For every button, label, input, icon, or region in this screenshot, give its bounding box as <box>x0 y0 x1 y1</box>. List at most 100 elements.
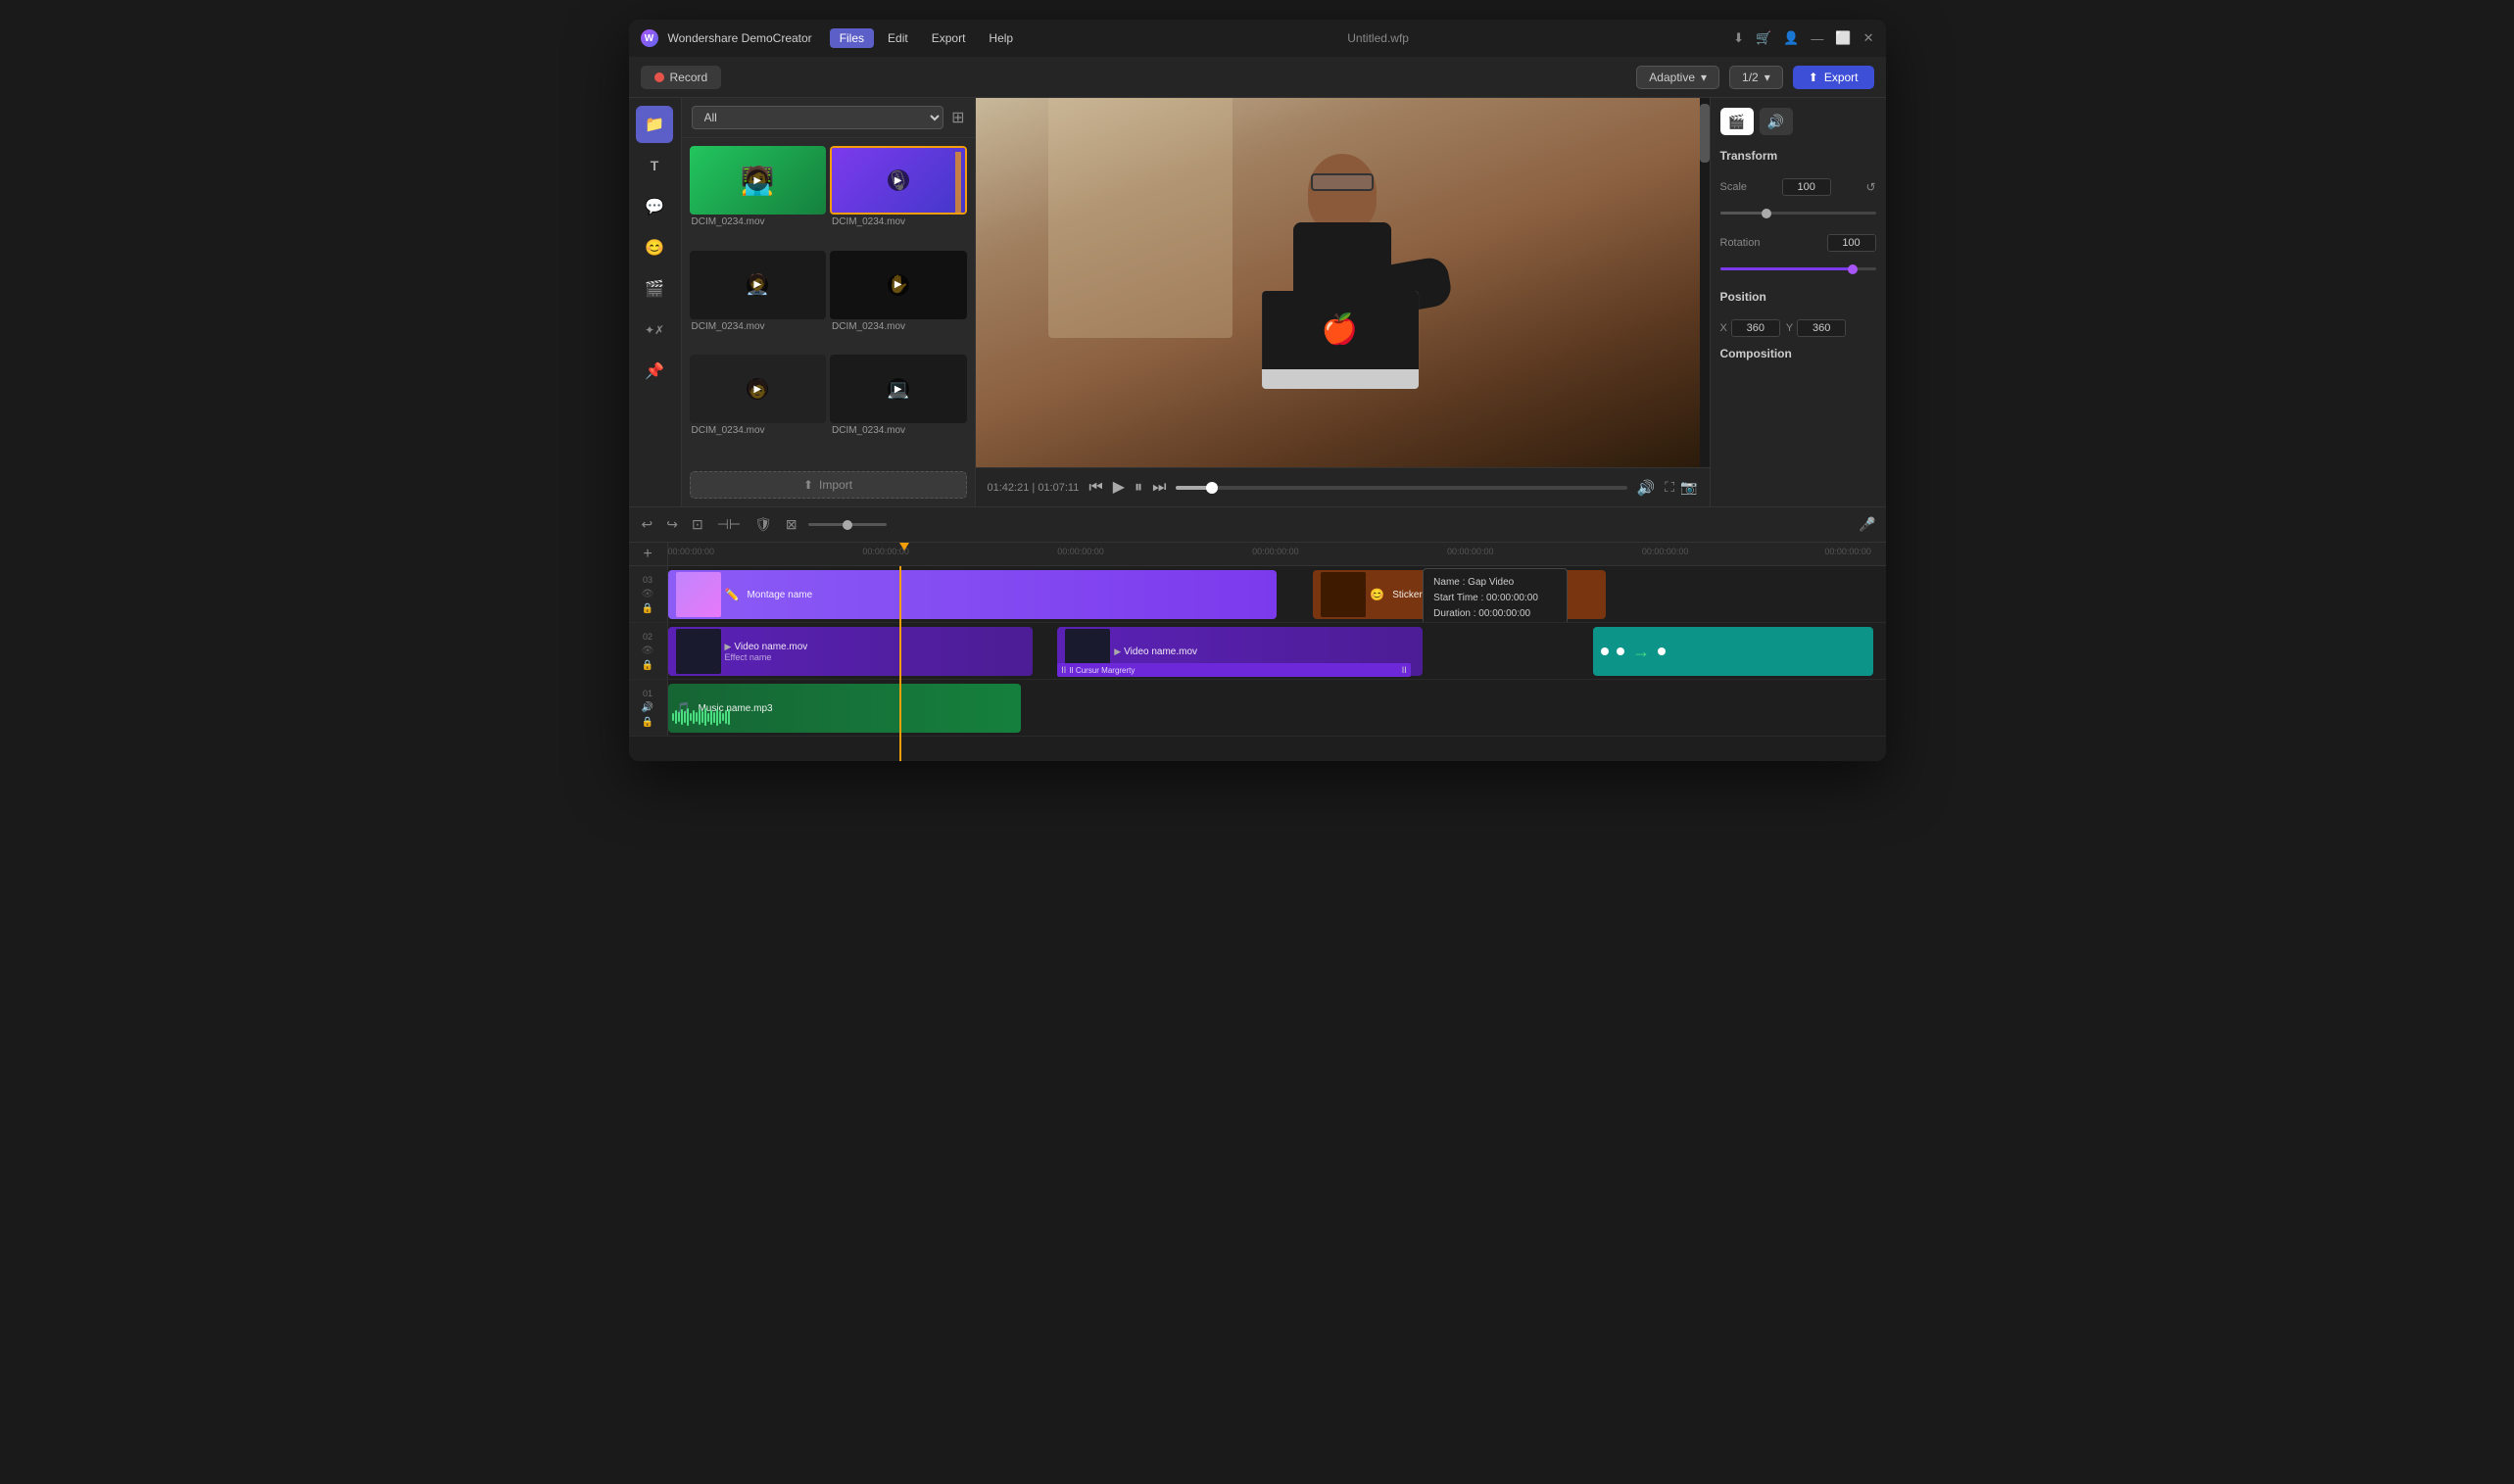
x-label: X <box>1720 322 1727 334</box>
media-thumbnail: 💻 ▶ <box>830 355 967 423</box>
volume-icon[interactable]: 🔊 <box>1637 479 1656 497</box>
grid-view-button[interactable]: ⊞ <box>951 108 964 127</box>
progress-bar[interactable] <box>1176 486 1626 490</box>
motion-dot-1 <box>1601 647 1609 655</box>
rotation-value[interactable]: 100 <box>1827 234 1876 252</box>
playhead-indicator <box>899 543 909 565</box>
track-area: 03 👁 🔒 ✏️ Montage name <box>629 566 1886 761</box>
list-item[interactable]: ✋ ▶ DCIM_0234.mov <box>830 251 967 352</box>
crop-button[interactable]: ⊠ <box>783 513 800 536</box>
play-overlay4: ▶ <box>888 274 909 296</box>
tab-audio[interactable]: 🔊 <box>1760 108 1793 135</box>
track-content-01: 🎵 Music name.mp3 <box>668 680 1886 736</box>
export-label: Export <box>1824 71 1859 84</box>
ruler-time-2: 00:00:00:00 <box>1057 547 1104 556</box>
list-item[interactable]: 🧑‍💼 ▶ DCIM_0234.mov <box>690 251 827 352</box>
scale-fill <box>1720 212 1767 215</box>
filter-select[interactable]: All <box>692 106 944 129</box>
scale-dropdown[interactable]: 1/2 ▾ <box>1729 66 1783 89</box>
composition-title: Composition <box>1720 347 1876 360</box>
subtitle-bar: II II Cursur Margrerty II <box>1057 663 1410 677</box>
media-name: DCIM_0234.mov <box>830 215 967 229</box>
wave-bar <box>687 708 689 726</box>
sidebar-item-bookmarks[interactable]: 📌 <box>636 353 673 390</box>
clip-video1[interactable]: ▶ Video name.mov Effect name <box>668 627 1034 676</box>
record-button[interactable]: Record <box>641 66 722 89</box>
list-item[interactable]: 🎙 ▶ DCIM_0234.mov <box>830 146 967 247</box>
x-value[interactable]: 360 <box>1731 319 1780 337</box>
export-button[interactable]: ⬆ Export <box>1793 66 1874 89</box>
adaptive-label: Adaptive <box>1649 71 1695 84</box>
close-button[interactable]: ✕ <box>1863 30 1874 46</box>
fullscreen-icon[interactable]: ⛶ <box>1665 479 1674 496</box>
skip-forward-button[interactable]: ⏭ <box>1152 480 1166 496</box>
microphone-button[interactable]: 🎤 <box>1859 516 1875 533</box>
zoom-slider[interactable] <box>808 523 887 526</box>
rotation-thumb <box>1848 264 1858 274</box>
scrollbar[interactable] <box>1700 98 1710 467</box>
scale-reset[interactable]: ↺ <box>1865 180 1875 194</box>
tooltip-start: Start Time : 00:00:00:00 <box>1433 591 1557 606</box>
download-icon[interactable]: ⬇ <box>1733 30 1744 46</box>
cart-icon[interactable]: 🛒 <box>1756 30 1771 46</box>
adaptive-dropdown[interactable]: Adaptive ▾ <box>1636 66 1719 89</box>
lock-icon[interactable]: 🔒 <box>642 603 653 614</box>
clip-video3[interactable]: → <box>1593 627 1873 676</box>
scale-thumb <box>1762 209 1771 218</box>
app-logo: W <box>641 29 658 47</box>
import-button[interactable]: ⬆ Import <box>690 471 967 499</box>
menu-edit[interactable]: Edit <box>878 28 918 48</box>
user-icon[interactable]: 👤 <box>1783 30 1799 46</box>
sidebar-item-effects[interactable]: ✦✗ <box>636 311 673 349</box>
snapshot-icon[interactable]: 📷 <box>1680 479 1697 496</box>
sidebar-item-captions[interactable]: 💬 <box>636 188 673 225</box>
menu-help[interactable]: Help <box>979 28 1023 48</box>
lock-icon3[interactable]: 🔒 <box>642 717 653 728</box>
tab-video[interactable]: 🎬 <box>1720 108 1754 135</box>
redo-button[interactable]: ↪ <box>663 513 681 536</box>
clip-music[interactable]: 🎵 Music name.mp3 <box>668 684 1021 733</box>
wave-bar <box>699 709 701 725</box>
sidebar-item-text[interactable]: T <box>636 147 673 184</box>
zoom-controls <box>808 523 887 526</box>
clip-info: ✏️ Montage name <box>725 588 813 601</box>
motion-dot-2 <box>1617 647 1624 655</box>
skip-back-button[interactable]: ⏮ <box>1088 480 1102 496</box>
wave-bar <box>684 711 686 723</box>
minimize-button[interactable]: — <box>1811 31 1823 46</box>
trim-button[interactable]: ⊡ <box>689 513 706 536</box>
split-button[interactable]: ⊣⊢ <box>714 513 744 536</box>
list-item[interactable]: 💻 ▶ DCIM_0234.mov <box>830 355 967 455</box>
play-button[interactable]: ▶ <box>1113 480 1125 496</box>
undo-button[interactable]: ↩ <box>639 513 656 536</box>
ruler-marks: 00:00:00:00 00:00:00:00 00:00:00:00 00:0… <box>668 543 1886 565</box>
person-silhouette: 🍎 <box>1140 154 1544 467</box>
ruler-time-4: 00:00:00:00 <box>1447 547 1494 556</box>
rotation-slider[interactable] <box>1720 267 1876 270</box>
center-panel: 🍎 01:42:21 | <box>976 98 1710 506</box>
menu-export[interactable]: Export <box>922 28 976 48</box>
maximize-button[interactable]: ⬜ <box>1835 30 1851 46</box>
scale-value[interactable]: 100 <box>1782 178 1831 196</box>
list-item[interactable]: 🧑‍💻 ▶ DCIM_0234.mov <box>690 146 827 247</box>
menu-bar: Files Edit Export Help <box>830 28 1023 48</box>
scroll-thumb <box>1700 104 1710 163</box>
media-name: DCIM_0234.mov <box>830 319 967 334</box>
sidebar-item-transitions[interactable]: 🎬 <box>636 270 673 308</box>
speaker-icon[interactable]: 🔊 <box>642 702 653 713</box>
shield-button[interactable]: 🛡 <box>751 513 775 536</box>
lock-icon2[interactable]: 🔒 <box>642 660 653 671</box>
eye-icon2[interactable]: 👁 <box>642 646 654 656</box>
scale-row: Scale 100 ↺ <box>1720 178 1876 196</box>
y-value[interactable]: 360 <box>1797 319 1846 337</box>
eye-icon[interactable]: 👁 <box>642 589 654 599</box>
sidebar-item-media[interactable]: 📁 <box>636 106 673 143</box>
add-track-button[interactable]: + <box>629 543 668 566</box>
menu-files[interactable]: Files <box>830 28 874 48</box>
clip-montage[interactable]: ✏️ Montage name <box>668 570 1278 619</box>
sidebar-item-stickers[interactable]: 😊 <box>636 229 673 266</box>
scale-slider[interactable] <box>1720 212 1876 215</box>
pause-button[interactable]: ⏸ <box>1135 480 1142 496</box>
track-row-02: 02 👁 🔒 ▶ Video name.mov Effect name <box>629 623 1886 680</box>
list-item[interactable]: 🧑 ▶ DCIM_0234.mov <box>690 355 827 455</box>
